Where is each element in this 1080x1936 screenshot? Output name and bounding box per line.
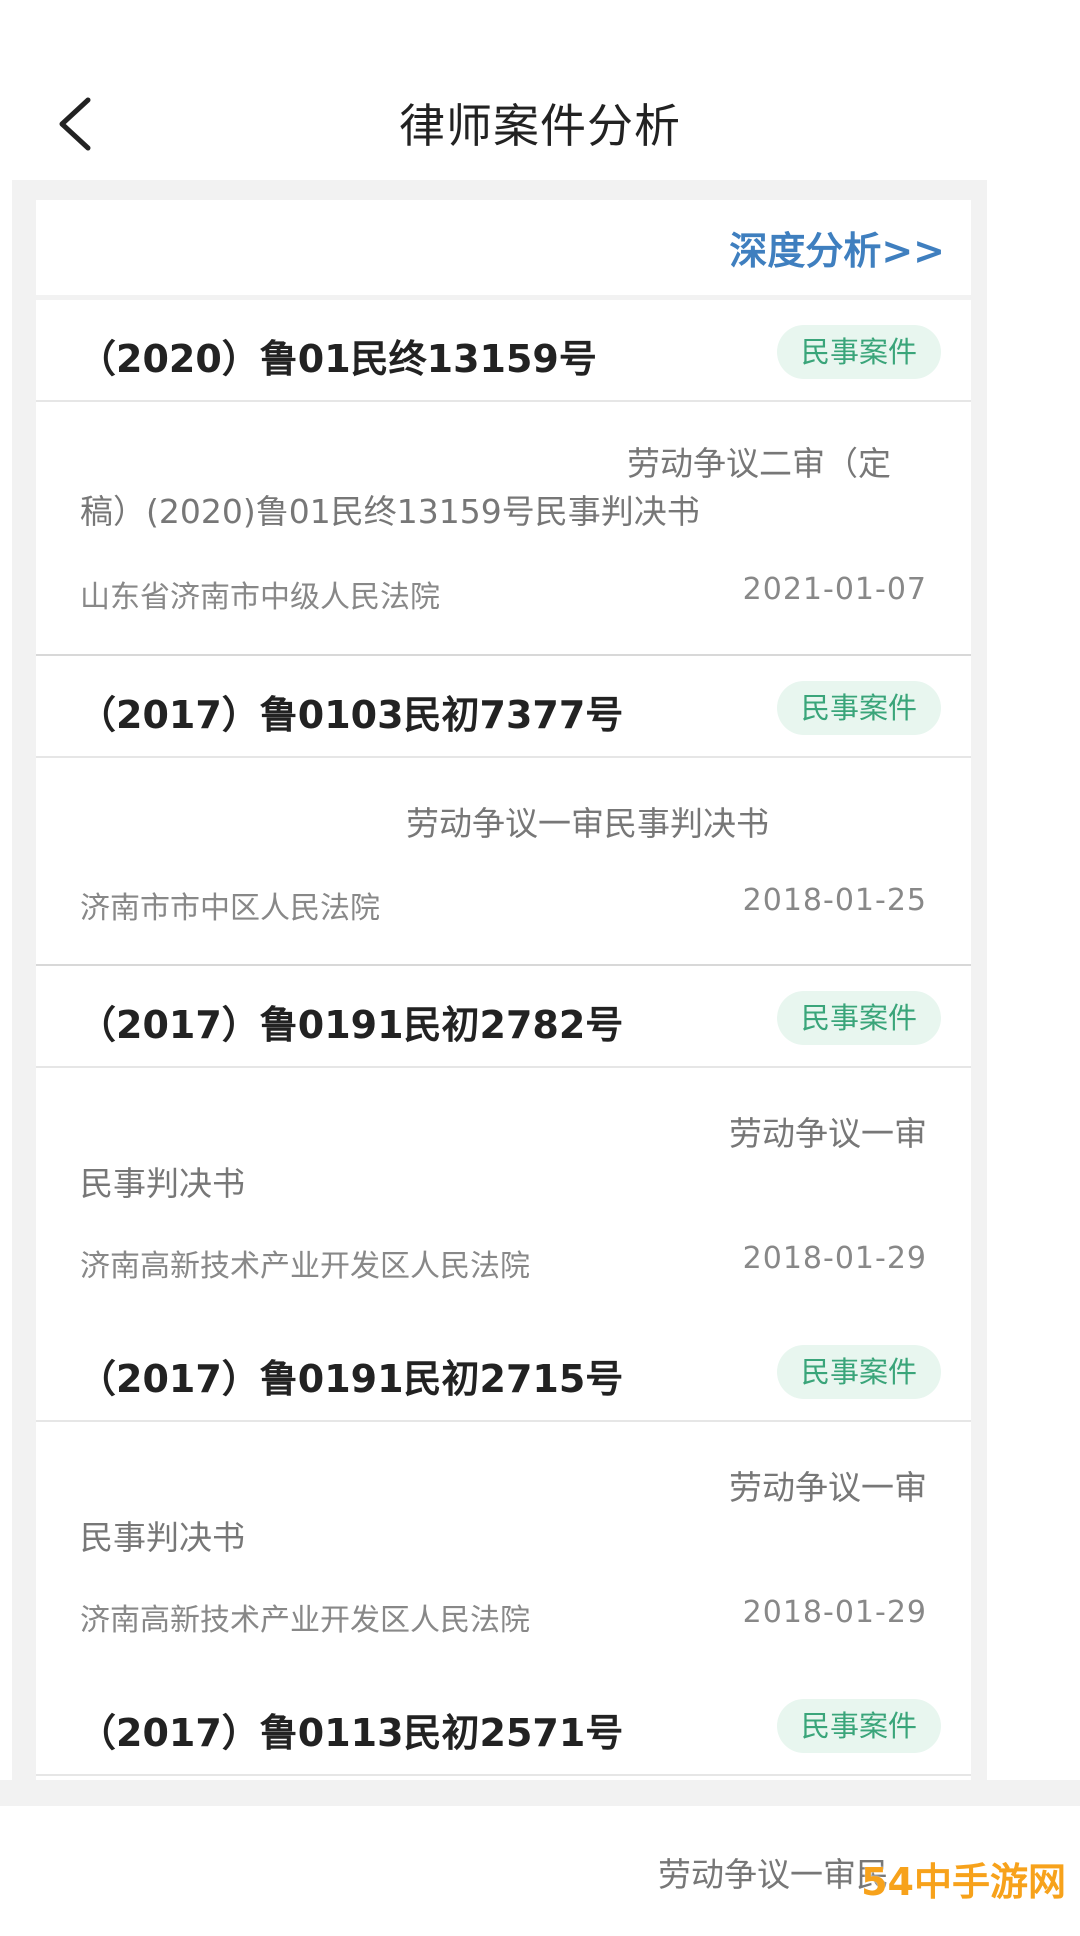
case-header: （2017）鲁0191民初2782号 民事案件 xyxy=(36,966,971,1068)
case-number: （2017）鲁0191民初2715号 xyxy=(78,1357,624,1401)
page-title: 律师案件分析 xyxy=(399,99,681,153)
case-title-line2: 稿）(2020)鲁01民终13159号民事判决书 xyxy=(80,492,700,531)
case-item[interactable]: （2017）鲁0103民初7377号 民事案件 劳动争议一审民事判决书 济南市市… xyxy=(36,656,971,966)
case-title-line1: 劳动争议一审 xyxy=(729,1468,927,1507)
deep-analysis-row: 深度分析>> xyxy=(36,200,971,301)
case-header: （2017）鲁0191民初2715号 民事案件 xyxy=(36,1320,971,1422)
case-title-line1: 劳动争议一审 xyxy=(729,1114,927,1153)
case-title-line2: 民事判决书 xyxy=(80,1164,245,1203)
judgment-date: 2021-01-07 xyxy=(742,572,927,607)
case-body: 劳动争议一审 民事判决书 济南高新技术产业开发区人民法院 2018-01-29 xyxy=(36,1422,971,1676)
case-type-badge: 民事案件 xyxy=(777,1345,941,1399)
court-name: 济南高新技术产业开发区人民法院 xyxy=(80,1249,530,1284)
case-type-badge: 民事案件 xyxy=(777,681,941,735)
case-body: 劳动争议二审（定 稿）(2020)鲁01民终13159号民事判决书 山东省济南市… xyxy=(36,402,971,656)
court-name: 济南高新技术产业开发区人民法院 xyxy=(80,1603,530,1638)
case-item[interactable]: （2017）鲁0191民初2782号 民事案件 劳动争议一审 民事判决书 济南高… xyxy=(36,966,971,1322)
case-title-line1: 劳动争议二审（定 xyxy=(627,444,891,483)
case-header: （2017）鲁0103民初7377号 民事案件 xyxy=(36,656,971,758)
app-header: 律师案件分析 xyxy=(0,0,1080,180)
case-item[interactable]: （2017）鲁0191民初2715号 民事案件 劳动争议一审 民事判决书 济南高… xyxy=(36,1320,971,1676)
deep-analysis-link[interactable]: 深度分析>> xyxy=(729,220,945,275)
case-title-line1: 劳动争议一审民事判决书 xyxy=(406,804,769,843)
case-list-card: 深度分析>> （2020）鲁01民终13159号 民事案件 劳动争议二审（定 稿… xyxy=(36,200,971,1780)
case-title-line1: 劳动争议一审民 xyxy=(658,1855,889,1894)
case-number: （2020）鲁01民终13159号 xyxy=(78,337,597,381)
case-body: 劳动争议一审 民事判决书 济南高新技术产业开发区人民法院 2018-01-29 xyxy=(36,1068,971,1322)
case-type-badge: 民事案件 xyxy=(777,325,941,379)
case-body: 劳动争议一审民事判决书 济南市市中区人民法院 2018-01-25 xyxy=(36,758,971,966)
court-name: 山东省济南市中级人民法院 xyxy=(80,580,440,615)
case-header: （2017）鲁0113民初2571号 民事案件 xyxy=(36,1674,971,1776)
case-type-badge: 民事案件 xyxy=(777,1699,941,1753)
section-divider xyxy=(0,1780,1080,1806)
case-item[interactable]: （2017）鲁0113民初2571号 民事案件 xyxy=(36,1674,971,1776)
judgment-date: 2018-01-29 xyxy=(742,1595,927,1630)
case-number: （2017）鲁0113民初2571号 xyxy=(78,1711,624,1755)
case-header: （2020）鲁01民终13159号 民事案件 xyxy=(36,300,971,402)
court-name: 济南市市中区人民法院 xyxy=(80,891,380,926)
case-type-badge: 民事案件 xyxy=(777,991,941,1045)
site-watermark: 54中手游网 xyxy=(861,1860,1066,1904)
case-number: （2017）鲁0191民初2782号 xyxy=(78,1003,624,1047)
case-body-partial[interactable]: 劳动争议一审民 xyxy=(28,1806,973,1936)
judgment-date: 2018-01-29 xyxy=(742,1241,927,1276)
judgment-date: 2018-01-25 xyxy=(742,883,927,918)
case-title-line2: 民事判决书 xyxy=(80,1518,245,1557)
case-number: （2017）鲁0103民初7377号 xyxy=(78,693,624,737)
case-item[interactable]: （2020）鲁01民终13159号 民事案件 劳动争议二审（定 稿）(2020)… xyxy=(36,300,971,656)
